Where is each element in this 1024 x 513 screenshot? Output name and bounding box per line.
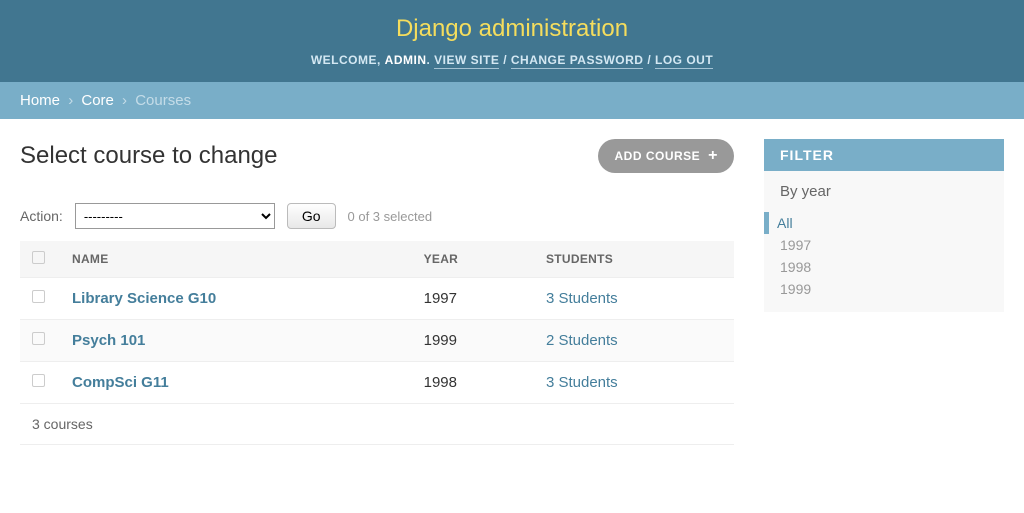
students-link[interactable]: 2 Students: [546, 332, 618, 349]
col-students[interactable]: STUDENTS: [534, 241, 734, 278]
filter-option[interactable]: 1998: [780, 256, 988, 278]
row-checkbox[interactable]: [32, 290, 45, 303]
course-table: NAME YEAR STUDENTS Library Science G10 19…: [20, 241, 734, 404]
course-name-link[interactable]: Psych 101: [72, 332, 145, 349]
filter-by-label: By year: [780, 183, 988, 200]
action-select[interactable]: ---------: [75, 203, 275, 229]
row-checkbox[interactable]: [32, 374, 45, 387]
course-year: 1998: [412, 362, 534, 404]
go-button[interactable]: Go: [287, 203, 336, 229]
welcome-text: WELCOME,: [311, 53, 385, 67]
user-tools: WELCOME, ADMIN. VIEW SITE / CHANGE PASSW…: [0, 53, 1024, 67]
table-row: Library Science G10 1997 3 Students: [20, 278, 734, 320]
students-link[interactable]: 3 Students: [546, 290, 618, 307]
breadcrumb-core[interactable]: Core: [81, 92, 114, 109]
filter-option[interactable]: All: [764, 212, 988, 234]
filter-list: All199719981999: [780, 212, 988, 300]
breadcrumb-current: Courses: [135, 92, 191, 109]
selection-count: 0 of 3 selected: [348, 209, 433, 224]
add-button-label: ADD COURSE: [614, 149, 700, 163]
username: ADMIN: [385, 53, 427, 67]
view-site-link[interactable]: VIEW SITE: [434, 53, 499, 69]
row-checkbox[interactable]: [32, 332, 45, 345]
filter-sidebar: FILTER By year All199719981999: [764, 139, 1004, 445]
col-name[interactable]: NAME: [60, 241, 412, 278]
change-password-link[interactable]: CHANGE PASSWORD: [511, 53, 644, 69]
table-row: CompSci G11 1998 3 Students: [20, 362, 734, 404]
add-course-button[interactable]: ADD COURSE +: [598, 139, 734, 173]
select-all-checkbox[interactable]: [32, 251, 45, 264]
logout-link[interactable]: LOG OUT: [655, 53, 713, 69]
course-name-link[interactable]: CompSci G11: [72, 374, 169, 391]
main-content: Select course to change ADD COURSE + Act…: [20, 139, 734, 445]
filter-option[interactable]: 1997: [780, 234, 988, 256]
plus-icon: +: [708, 147, 718, 165]
col-year[interactable]: YEAR: [412, 241, 534, 278]
table-row: Psych 101 1999 2 Students: [20, 320, 734, 362]
admin-header: Django administration WELCOME, ADMIN. VI…: [0, 0, 1024, 82]
filter-title: FILTER: [764, 139, 1004, 171]
site-title: Django administration: [0, 15, 1024, 43]
filter-option[interactable]: 1999: [780, 278, 988, 300]
students-link[interactable]: 3 Students: [546, 374, 618, 391]
table-footer: 3 courses: [20, 404, 734, 445]
action-label: Action:: [20, 208, 63, 224]
actions-bar: Action: --------- Go 0 of 3 selected: [20, 203, 734, 229]
course-year: 1999: [412, 320, 534, 362]
course-year: 1997: [412, 278, 534, 320]
course-name-link[interactable]: Library Science G10: [72, 290, 216, 307]
breadcrumb-home[interactable]: Home: [20, 92, 60, 109]
breadcrumb: Home › Core › Courses: [0, 82, 1024, 119]
page-title: Select course to change: [20, 142, 278, 170]
